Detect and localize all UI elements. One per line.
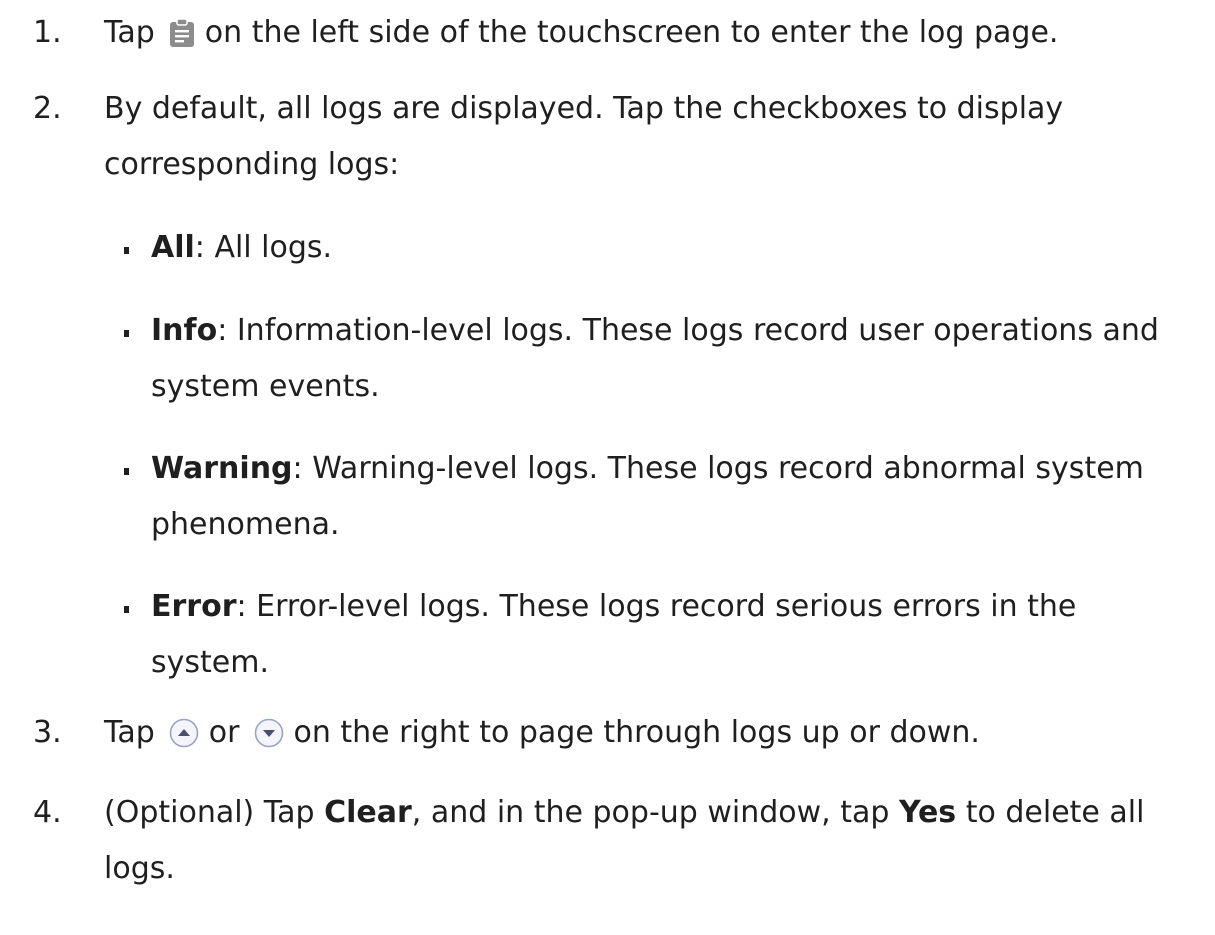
bullet-marker [124,330,129,337]
step-text: Tap or on the right to page through logs… [104,715,980,750]
step-text-line-1: By default, all logs are displayed. Tap … [104,91,1064,126]
bullet-marker [124,468,129,475]
step-text: Tap on the left side of the touchscreen … [104,15,1059,50]
term-warning: Warning [151,451,293,486]
step-number: 4. [33,795,62,830]
step-number: 1. [33,15,62,50]
instruction-document: 1. Tap on the left side of the touchscre… [0,0,1215,935]
page-up-icon [169,716,199,747]
term-info: Info [151,313,218,348]
yes-term: Yes [898,795,957,830]
term-error: Error [151,589,237,624]
step-text-line-1: (Optional) Tap Clear, and in the pop-up … [104,795,1145,830]
bullet-marker [124,606,129,613]
clear-term: Clear [324,795,412,830]
step-number: 2. [33,91,62,126]
term-all: All [151,230,195,265]
step-number: 3. [33,715,62,750]
bullet-marker [124,247,129,254]
step-text-line-2: logs. [104,851,175,886]
step-text-line-2: corresponding logs: [104,147,400,182]
page-down-icon [254,716,284,747]
clipboard-icon [169,16,195,47]
